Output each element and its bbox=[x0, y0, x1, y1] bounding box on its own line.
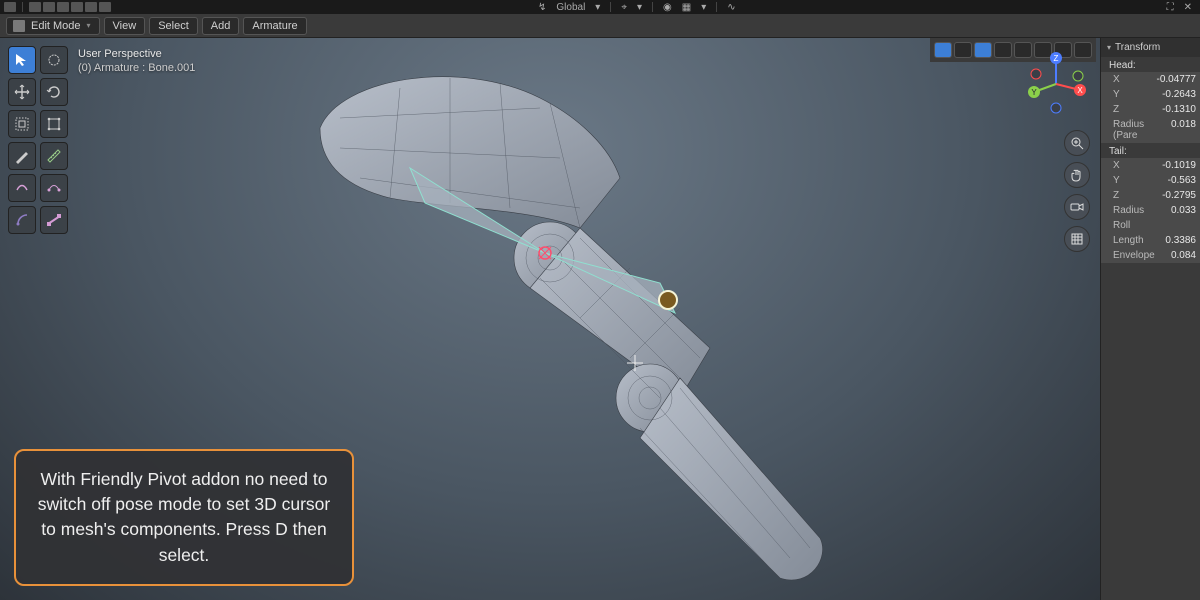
transform-title: Transform bbox=[1115, 42, 1160, 53]
radius-parent-field[interactable]: Radius (Pare0.018 bbox=[1101, 117, 1200, 143]
radius-field[interactable]: Radius0.033 bbox=[1101, 203, 1200, 218]
tool-scale[interactable] bbox=[8, 110, 36, 138]
chevron-down-icon: ▾ bbox=[591, 2, 604, 13]
tool-transform[interactable] bbox=[40, 110, 68, 138]
tool-cursor[interactable] bbox=[8, 46, 36, 74]
orientation-dropdown[interactable]: Global bbox=[552, 2, 589, 13]
envelope-field[interactable]: Envelope0.084 bbox=[1101, 248, 1200, 263]
viewport-object-label: (0) Armature : Bone.001 bbox=[78, 62, 195, 74]
tool-select-circle[interactable] bbox=[40, 46, 68, 74]
info-callout: With Friendly Pivot addon no need to swi… bbox=[14, 449, 354, 587]
length-field[interactable]: Length0.3386 bbox=[1101, 233, 1200, 248]
workspace-icon-6[interactable] bbox=[99, 2, 111, 12]
menu-view[interactable]: View bbox=[104, 17, 146, 35]
head-z-field[interactable]: Z-0.1310 bbox=[1101, 102, 1200, 117]
tail-z-field[interactable]: Z-0.2795 bbox=[1101, 188, 1200, 203]
tool-move[interactable] bbox=[8, 78, 36, 106]
head-x-field[interactable]: X-0.04777 bbox=[1101, 72, 1200, 87]
toolbar bbox=[8, 46, 68, 234]
tool-roll[interactable] bbox=[8, 174, 36, 202]
mode-label: Edit Mode bbox=[31, 20, 81, 32]
perspective-button[interactable] bbox=[1064, 226, 1090, 252]
workspace-icon-2[interactable] bbox=[43, 2, 55, 12]
properties-n-panel[interactable]: ▾ Transform Head: X-0.04777 Y-0.2643 Z-0… bbox=[1100, 38, 1200, 600]
tool-measure[interactable] bbox=[40, 142, 68, 170]
head-label: Head: bbox=[1101, 57, 1200, 72]
zoom-button[interactable] bbox=[1064, 130, 1090, 156]
app-icon[interactable] bbox=[4, 2, 16, 12]
roll-field[interactable]: Roll bbox=[1101, 218, 1200, 233]
viewport-nav-buttons bbox=[1064, 130, 1090, 252]
chevron-down-icon: ▾ bbox=[87, 21, 91, 30]
tool-annotate[interactable] bbox=[8, 142, 36, 170]
svg-text:X: X bbox=[1077, 86, 1083, 95]
mode-dropdown[interactable]: Edit Mode ▾ bbox=[6, 17, 100, 35]
proportional-grid-icon[interactable]: ▦ bbox=[678, 2, 695, 13]
overlays-dropdown[interactable] bbox=[954, 42, 972, 58]
camera-button[interactable] bbox=[1064, 194, 1090, 220]
viewport-info-text: User Perspective (0) Armature : Bone.001 bbox=[78, 48, 195, 74]
curve-icon[interactable]: ∿ bbox=[723, 2, 739, 13]
menu-add[interactable]: Add bbox=[202, 17, 240, 35]
tool-rotate[interactable] bbox=[40, 78, 68, 106]
workspace-icon-3[interactable] bbox=[57, 2, 69, 12]
edit-mode-icon bbox=[13, 20, 25, 32]
head-y-field[interactable]: Y-0.2643 bbox=[1101, 87, 1200, 102]
snap-icon[interactable]: ⌖ bbox=[617, 2, 631, 13]
orientation-icon[interactable]: ↯ bbox=[534, 2, 550, 13]
viewport-perspective-label: User Perspective bbox=[78, 48, 195, 60]
overlays-toggle[interactable] bbox=[934, 42, 952, 58]
svg-text:Y: Y bbox=[1031, 88, 1037, 97]
menu-select[interactable]: Select bbox=[149, 17, 198, 35]
viewport-header: Edit Mode ▾ View Select Add Armature bbox=[0, 14, 1200, 38]
proportional-chevron[interactable]: ▾ bbox=[697, 2, 710, 13]
tail-label: Tail: bbox=[1101, 143, 1200, 158]
tail-y-field[interactable]: Y-0.563 bbox=[1101, 173, 1200, 188]
expand-icon[interactable]: ⛶ bbox=[1163, 2, 1178, 13]
xray-toggle[interactable] bbox=[974, 42, 992, 58]
proportional-icon[interactable]: ◉ bbox=[659, 2, 676, 13]
tail-x-field[interactable]: X-0.1019 bbox=[1101, 158, 1200, 173]
menu-armature[interactable]: Armature bbox=[243, 17, 306, 35]
tool-bone-size[interactable] bbox=[40, 174, 68, 202]
callout-text: With Friendly Pivot addon no need to swi… bbox=[38, 469, 330, 565]
tool-extrude[interactable] bbox=[8, 206, 36, 234]
navigation-gizmo[interactable]: Z Y X bbox=[1024, 52, 1088, 116]
bone-tail-selected bbox=[659, 291, 677, 309]
close-icon[interactable]: ✕ bbox=[1180, 2, 1196, 13]
workspace-icon-5[interactable] bbox=[85, 2, 97, 12]
pan-button[interactable] bbox=[1064, 162, 1090, 188]
mesh-object bbox=[280, 58, 980, 600]
svg-text:Z: Z bbox=[1054, 54, 1059, 63]
viewport-3d[interactable]: User Perspective (0) Armature : Bone.001 bbox=[0, 38, 1100, 600]
snap-chevron[interactable]: ▾ bbox=[633, 2, 646, 13]
disclosure-triangle-icon: ▾ bbox=[1107, 43, 1111, 52]
transform-panel-header[interactable]: ▾ Transform bbox=[1101, 38, 1200, 57]
workspace-icon-1[interactable] bbox=[29, 2, 41, 12]
shading-wireframe[interactable] bbox=[994, 42, 1012, 58]
top-icon-strip: ↯ Global ▾ ⌖ ▾ ◉ ▦ ▾ ∿ ⛶ ✕ bbox=[0, 0, 1200, 14]
workspace-icon-4[interactable] bbox=[71, 2, 83, 12]
tool-shear[interactable] bbox=[40, 206, 68, 234]
